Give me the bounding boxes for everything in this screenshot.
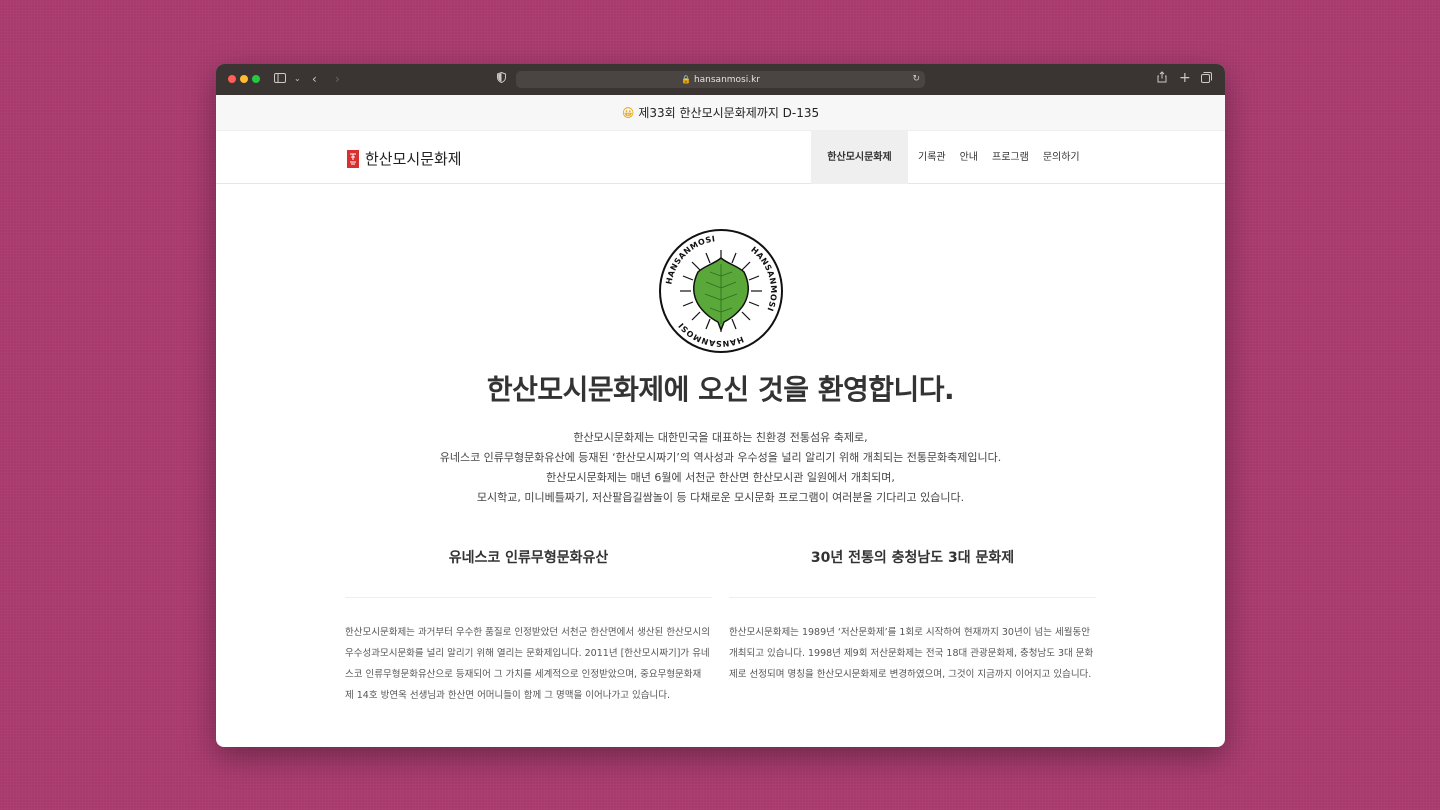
unesco-section-title: 유네스코 인류무형문화유산 — [345, 546, 712, 598]
nav-item-archive[interactable]: 기록관 — [911, 131, 953, 184]
nav-item-contact[interactable]: 문의하기 — [1036, 131, 1087, 184]
nav-item-guide[interactable]: 안내 — [953, 131, 985, 184]
tradition-section: 30년 전통의 충청남도 3대 문화제 한산모시문화제는 1989년 ‘저산문화… — [729, 546, 1096, 685]
intro-line: 모시학교, 미니베틀짜기, 저산팔읍길쌈놀이 등 다채로운 모시문화 프로그램이… — [476, 491, 965, 504]
browser-titlebar: ⌄ ‹ › 🔒 hansanmosi.kr ↻ + — [216, 64, 1225, 95]
main-nav: 한산모시문화제 기록관 안내 프로그램 문의하기 — [811, 131, 1087, 184]
tradition-section-body: 한산모시문화제는 1989년 ‘저산문화제’를 1회로 시작하여 현재까지 30… — [729, 627, 1094, 680]
back-icon[interactable]: ‹ — [312, 71, 317, 87]
lock-icon: 🔒 — [680, 75, 691, 84]
logo-text: 한산모시문화제 — [365, 150, 462, 168]
reload-icon[interactable]: ↻ — [912, 71, 920, 88]
address-bar[interactable]: 🔒 hansanmosi.kr ↻ — [516, 71, 925, 88]
welcome-headline: 한산모시문화제에 오신 것을 환영합니다. — [486, 373, 955, 406]
intro-line: 한산모시문화제는 매년 6월에 서천군 한산면 한산모시관 일원에서 개최되며, — [546, 471, 895, 484]
main-content: HANSANMOSI HANSANMOSI HANSANMOSI 한산모시문화제… — [216, 184, 1225, 746]
unesco-section: 유네스코 인류무형문화유산 한산모시문화제는 과거부터 우수한 품질로 인정받았… — [345, 546, 712, 706]
unesco-section-body: 한산모시문화제는 과거부터 우수한 품질로 인정받았던 서천군 한산면에서 생산… — [345, 627, 711, 701]
intro-paragraph: 한산모시문화제는 대한민국을 대표하는 친환경 전통섬유 축제로, 유네스코 인… — [216, 428, 1225, 508]
browser-window: ⌄ ‹ › 🔒 hansanmosi.kr ↻ + 😀 제33회 한산모시문화제까지… — [216, 64, 1225, 747]
nav-item-program[interactable]: 프로그램 — [985, 131, 1036, 184]
address-url: hansanmosi.kr — [693, 75, 761, 85]
site-header: 한산모시문화제 한산모시문화제 기록관 안내 프로그램 문의하기 — [216, 131, 1225, 184]
logo-seal-icon — [347, 149, 359, 168]
nav-item-festival[interactable]: 한산모시문화제 — [811, 131, 908, 184]
privacy-shield-icon[interactable] — [497, 71, 506, 87]
zoom-window-button[interactable] — [252, 75, 260, 83]
close-window-button[interactable] — [228, 75, 236, 83]
announcement-bar: 😀 제33회 한산모시문화제까지 D-135 — [216, 95, 1225, 131]
tradition-section-title: 30년 전통의 충청남도 3대 문화제 — [729, 546, 1096, 598]
tab-overview-icon[interactable] — [1201, 71, 1212, 87]
intro-line: 한산모시문화제는 대한민국을 대표하는 친환경 전통섬유 축제로, — [573, 431, 868, 444]
forward-icon[interactable]: › — [335, 71, 340, 87]
announcement-text: 제33회 한산모시문화제까지 D-135 — [638, 106, 820, 120]
chevron-down-icon[interactable]: ⌄ — [294, 71, 301, 87]
hansanmosi-emblem-icon: HANSANMOSI HANSANMOSI HANSANMOSI — [659, 229, 783, 353]
minimize-window-button[interactable] — [240, 75, 248, 83]
sidebar-toggle-icon[interactable] — [274, 71, 286, 87]
share-icon[interactable] — [1157, 71, 1167, 87]
intro-line: 유네스코 인류무형문화유산에 등재된 ‘한산모시짜기’의 역사성과 우수성을 널… — [439, 451, 1002, 464]
site-logo[interactable]: 한산모시문화제 — [347, 148, 462, 169]
smile-emoji-icon: 😀 — [621, 106, 635, 120]
new-tab-icon[interactable]: + — [1179, 70, 1191, 86]
